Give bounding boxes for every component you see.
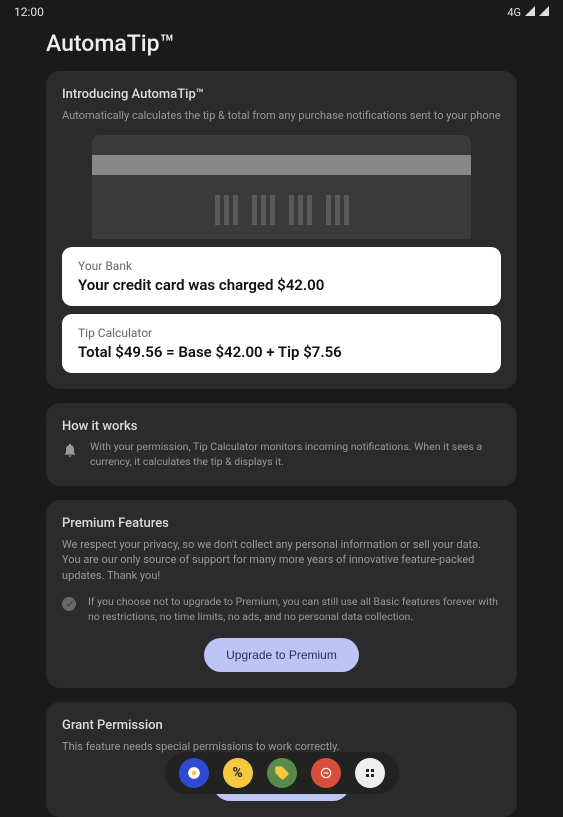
bell-icon xyxy=(62,442,78,458)
signal-icon xyxy=(525,6,535,19)
bank-notification: Your Bank Your credit card was charged $… xyxy=(62,247,501,306)
intro-title: Introducing AutomaTip™ xyxy=(62,87,501,102)
card-magstripe xyxy=(92,155,471,175)
premium-desc: We respect your privacy, so we don't col… xyxy=(62,537,501,583)
status-right: 4G xyxy=(507,6,549,19)
calc-notification: Tip Calculator Total $49.56 = Base $42.0… xyxy=(62,314,501,373)
premium-note-text: If you choose not to upgrade to Premium,… xyxy=(88,595,501,624)
premium-card: Premium Features We respect your privacy… xyxy=(46,500,517,689)
upgrade-button[interactable]: Upgrade to Premium xyxy=(204,638,359,672)
status-bar: 12:00 4G xyxy=(0,0,563,24)
dock-app-2[interactable]: % xyxy=(223,758,253,788)
how-title: How it works xyxy=(62,419,501,434)
credit-card-illustration xyxy=(92,135,471,239)
calc-notif-text: Total $49.56 = Base $42.00 + Tip $7.56 xyxy=(78,343,485,361)
permission-title: Grant Permission xyxy=(62,718,501,733)
dock-app-1[interactable] xyxy=(179,758,209,788)
how-it-works-card: How it works With your permission, Tip C… xyxy=(46,403,517,485)
network-label: 4G xyxy=(507,6,521,19)
premium-title: Premium Features xyxy=(62,516,501,531)
dock-app-4[interactable] xyxy=(311,758,341,788)
dock-apps-grid[interactable] xyxy=(355,758,385,788)
intro-desc: Automatically calculates the tip & total… xyxy=(62,108,501,123)
page-title: AutomaTip™ xyxy=(46,30,517,57)
bottom-dock: % xyxy=(165,752,399,794)
how-text: With your permission, Tip Calculator mon… xyxy=(90,440,501,469)
card-barcode xyxy=(92,195,471,239)
dock-app-3[interactable] xyxy=(267,758,297,788)
bank-notif-text: Your credit card was charged $42.00 xyxy=(78,276,485,294)
bank-notif-label: Your Bank xyxy=(78,259,485,273)
check-icon xyxy=(62,597,76,611)
calc-notif-label: Tip Calculator xyxy=(78,326,485,340)
status-time: 12:00 xyxy=(14,5,44,19)
intro-card: Introducing AutomaTip™ Automatically cal… xyxy=(46,71,517,389)
wifi-icon xyxy=(539,6,549,19)
